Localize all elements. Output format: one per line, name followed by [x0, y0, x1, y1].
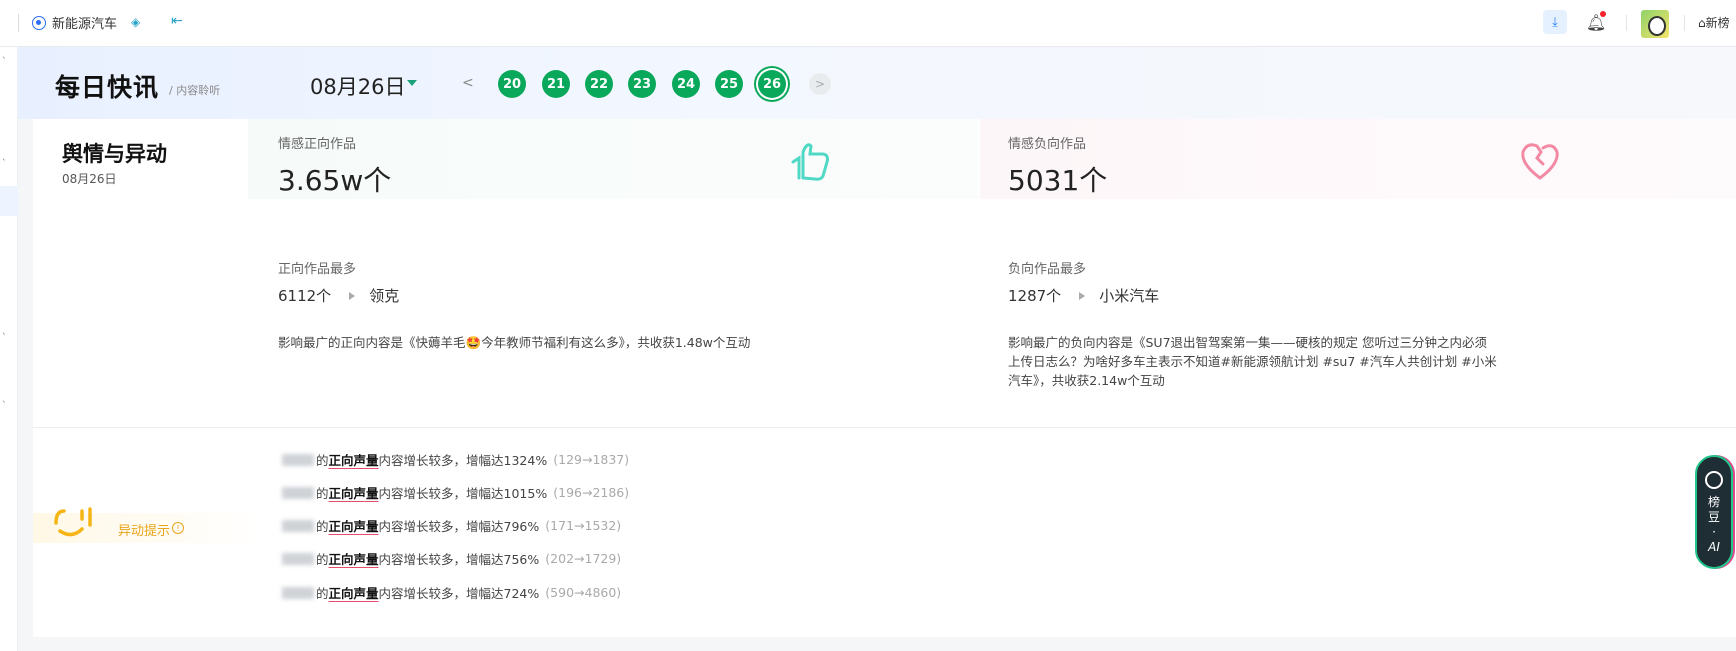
brand-selector[interactable]: 新能源汽车	[32, 13, 117, 32]
download-icon[interactable]: ⤓	[1543, 10, 1567, 34]
rail-caret-icon[interactable]: ˋ	[2, 401, 7, 411]
left-rail: ˋ ˋ ˋ ˋ	[0, 47, 18, 651]
anomaly-prefix: 的	[316, 586, 329, 601]
negative-top-label: 负向作品最多	[1008, 262, 1087, 277]
negative-desc-line: 影响最广的负向内容是《SU7退出智驾案第一集——硬核的规定 您听过三分钟之内必须	[1008, 335, 1488, 350]
day-button-24[interactable]: 24	[672, 70, 700, 98]
anomaly-row[interactable]: 的 正向声量 内容增长较多，增幅达796% (171→1532)	[282, 516, 621, 535]
anomaly-row[interactable]: 的 正向声量 内容增长较多，增幅达1015% (196→2186)	[282, 483, 629, 502]
page-subtitle: / 内容聆听	[169, 84, 221, 97]
anomaly-keyword: 正向声量	[328, 453, 379, 468]
ai-label-line: 榜	[1707, 495, 1720, 509]
home-link[interactable]: ⌂新榜	[1698, 14, 1730, 31]
topbar-divider	[18, 14, 19, 32]
positive-top-count: 6112个	[278, 287, 332, 305]
avatar[interactable]	[1641, 10, 1669, 38]
caret-down-icon[interactable]	[407, 80, 417, 86]
anomaly-range: (196→2186)	[553, 485, 630, 500]
rail-caret-icon[interactable]: ˋ	[2, 57, 7, 67]
blurred-brand	[282, 453, 314, 466]
anomaly-keyword: 正向声量	[328, 552, 379, 567]
blurred-brand	[282, 519, 314, 532]
blurred-brand	[282, 552, 314, 565]
rail-selected-item[interactable]	[0, 186, 18, 216]
bell-icon[interactable]: 🔔︎	[1584, 10, 1608, 34]
day-button-21[interactable]: 21	[542, 70, 570, 98]
brand-label: 新能源汽车	[52, 17, 118, 32]
anomaly-prefix: 的	[316, 453, 329, 468]
anomaly-text: 内容增长较多，增幅达1324%	[378, 453, 548, 468]
section-date: 08月26日	[62, 172, 117, 186]
day-button-26[interactable]: 26	[758, 70, 786, 98]
positive-label: 情感正向作品	[278, 137, 357, 152]
arrow-right-icon	[349, 291, 356, 300]
positive-top-row: 6112个 领克	[278, 285, 399, 306]
section-divider	[33, 427, 1736, 428]
thumbs-up-icon	[785, 138, 835, 182]
anomaly-range: (202→1729)	[545, 551, 622, 566]
switch-icon[interactable]: ◈	[131, 15, 140, 29]
ai-label-line: 豆	[1707, 510, 1720, 524]
broken-heart-icon	[1515, 138, 1565, 182]
chevron-left-icon[interactable]: <	[462, 75, 474, 91]
negative-top-brand[interactable]: 小米汽车	[1099, 285, 1159, 306]
target-icon	[32, 15, 46, 30]
day-button-22[interactable]: 22	[585, 70, 613, 98]
anomaly-text: 内容增长较多，增幅达1015%	[378, 486, 548, 501]
positive-top-label: 正向作品最多	[278, 262, 357, 277]
rail-caret-icon[interactable]: ˋ	[2, 159, 7, 169]
anomaly-row[interactable]: 的 正向声量 内容增长较多，增幅达724% (590→4860)	[282, 583, 621, 602]
anomaly-prefix: 的	[316, 519, 329, 534]
info-icon[interactable]: !	[172, 522, 184, 534]
page-title: 每日快讯	[55, 73, 160, 102]
ai-label: 榜 豆 · AI	[1708, 495, 1720, 555]
anomaly-prefix: 的	[316, 486, 329, 501]
day-button-23[interactable]: 23	[628, 70, 656, 98]
topbar-separator	[1684, 15, 1685, 31]
positive-top-brand[interactable]: 领克	[369, 285, 399, 306]
ai-assistant-button[interactable]: 榜 豆 · AI	[1695, 455, 1733, 569]
anomaly-row[interactable]: 的 正向声量 内容增长较多，增幅达1324% (129→1837)	[282, 450, 629, 469]
anomaly-keyword: 正向声量	[328, 519, 379, 534]
collapse-icon[interactable]: ⇤	[171, 13, 183, 29]
ai-label-line: ·	[1712, 525, 1716, 539]
bot-icon	[1705, 471, 1723, 489]
positive-desc[interactable]: 影响最广的正向内容是《快薅羊毛🤩今年教师节福利有这么多》，共收获1.48w个互动	[278, 333, 918, 352]
negative-desc-line: 汽车》，共收获2.14w个互动	[1008, 373, 1165, 388]
anomaly-row[interactable]: 的 正向声量 内容增长较多，增幅达756% (202→1729)	[282, 549, 621, 568]
negative-label: 情感负向作品	[1008, 137, 1087, 152]
negative-desc-line: 上传日志么？为啥好多车主表示不知道#新能源领航计划 #su7 #汽车人共创计划 …	[1008, 354, 1497, 369]
notification-dot	[1600, 11, 1606, 17]
anomaly-range: (129→1837)	[553, 452, 630, 467]
arrow-right-icon	[1079, 291, 1086, 300]
chevron-right-icon[interactable]: >	[809, 73, 831, 95]
anomaly-text: 内容增长较多，增幅达796%	[378, 519, 540, 534]
anomaly-label: 异动提示	[118, 524, 171, 539]
top-bar: 新能源汽车 ◈ ⇤ ⤓ 🔔︎ ⌂新榜	[0, 0, 1736, 47]
anomaly-text: 内容增长较多，增幅达724%	[378, 586, 540, 601]
day-button-20[interactable]: 20	[498, 70, 526, 98]
rail-caret-icon[interactable]: ˋ	[2, 333, 7, 343]
anomaly-text: 内容增长较多，增幅达756%	[378, 552, 540, 567]
topbar-separator	[1626, 15, 1627, 31]
anomaly-prefix: 的	[316, 552, 329, 567]
negative-top-count: 1287个	[1008, 287, 1062, 305]
wave-icon	[52, 505, 98, 549]
anomaly-keyword: 正向声量	[328, 586, 379, 601]
negative-count: 5031个	[1008, 164, 1108, 197]
header-band	[18, 47, 1736, 119]
negative-top-row: 1287个 小米汽车	[1008, 285, 1159, 306]
anomaly-range: (171→1532)	[545, 518, 622, 533]
ai-label-line: AI	[1708, 540, 1720, 554]
negative-desc[interactable]: 影响最广的负向内容是《SU7退出智驾案第一集——硬核的规定 您听过三分钟之内必须…	[1008, 333, 1508, 390]
blurred-brand	[282, 486, 314, 499]
anomaly-range: (590→4860)	[545, 585, 622, 600]
anomaly-keyword: 正向声量	[328, 486, 379, 501]
day-button-25[interactable]: 25	[715, 70, 743, 98]
blurred-brand	[282, 586, 314, 599]
positive-count: 3.65w个	[278, 164, 392, 197]
section-title: 舆情与异动	[62, 142, 167, 166]
date-selector[interactable]: 08月26日	[310, 71, 405, 101]
